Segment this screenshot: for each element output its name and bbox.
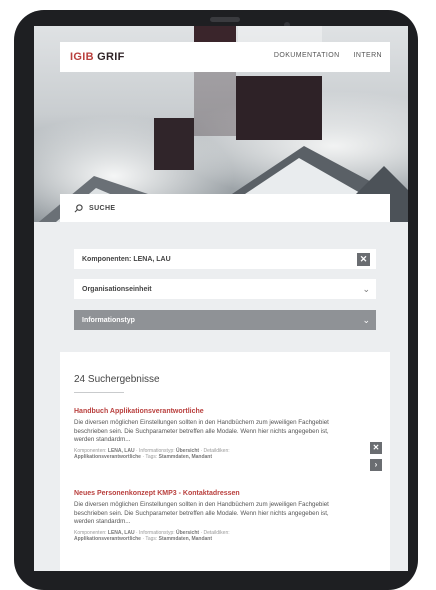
search-icon xyxy=(74,203,83,212)
results-count: 24 Suchergebnisse xyxy=(74,374,160,385)
dark-square-small xyxy=(154,118,194,170)
screen: IGIB GRIF DOKUMENTATION INTERN SUCHE Kom… xyxy=(34,26,408,571)
filter-label: Komponenten: LENA, LAU xyxy=(82,255,171,263)
meta-label: · Tags: xyxy=(140,454,158,460)
search-bar[interactable]: SUCHE xyxy=(60,194,390,222)
site-header: IGIB GRIF DOKUMENTATION INTERN xyxy=(60,42,390,72)
filter-label: Informationstyp xyxy=(82,316,135,324)
meta-label: Komponenten: xyxy=(74,447,107,454)
meta-label: · Tags: xyxy=(140,536,158,542)
divider xyxy=(74,392,124,393)
close-icon[interactable]: ✕ xyxy=(357,252,370,266)
meta-value: Übersicht xyxy=(176,529,200,536)
filter-komponenten[interactable]: Komponenten: LENA, LAU ✕ xyxy=(74,249,376,269)
meta-value: Stammdaten, Mandant xyxy=(158,536,213,542)
meta-label: · Informationstyp: xyxy=(134,447,175,454)
filter-informationstyp[interactable]: Informationstyp ⌄ xyxy=(74,310,376,330)
meta-value: Stammdaten, Mandant xyxy=(158,454,213,460)
logo-prefix: IGIB xyxy=(70,51,94,63)
result-title[interactable]: Neues Personenkonzept KMP3 - Kontaktadre… xyxy=(74,490,336,497)
meta-value: LENA, LAU xyxy=(107,529,135,536)
meta-value: LENA, LAU xyxy=(107,447,135,454)
dark-square-large xyxy=(236,76,322,140)
list-item: Handbuch Applikationsverantwortliche Die… xyxy=(74,408,336,461)
result-meta: Komponenten: LENA, LAU · Informationstyp… xyxy=(74,448,336,461)
close-icon[interactable]: ✕ xyxy=(370,442,382,454)
meta-value: Applikationsverantwortliche xyxy=(74,454,141,460)
list-item: Neues Personenkonzept KMP3 - Kontaktadre… xyxy=(74,490,336,543)
meta-label: Komponenten: xyxy=(74,529,107,536)
chevron-right-icon[interactable]: › xyxy=(370,459,382,471)
result-actions: ✕ › xyxy=(370,442,382,471)
translucent-square xyxy=(194,66,236,136)
result-description: Die diversen möglichen Einstellungen sol… xyxy=(74,501,329,525)
meta-value: Applikationsverantwortliche xyxy=(74,536,141,542)
result-description: Die diversen möglichen Einstellungen sol… xyxy=(74,419,329,443)
filter-organisationseinheit[interactable]: Organisationseinheit ⌄ xyxy=(74,279,376,299)
chevron-down-icon[interactable]: ⌄ xyxy=(362,284,370,295)
result-title[interactable]: Handbuch Applikationsverantwortliche xyxy=(74,408,336,415)
result-meta: Komponenten: LENA, LAU · Informationstyp… xyxy=(74,530,336,543)
results-panel: 24 Suchergebnisse Handbuch Applikationsv… xyxy=(60,352,390,571)
meta-label: · Informationstyp: xyxy=(134,529,175,536)
logo-suffix: GRIF xyxy=(97,51,125,63)
meta-label: · Detaildiken: xyxy=(199,529,230,536)
meta-label: · Detaildiken: xyxy=(199,447,230,454)
main-nav: DOKUMENTATION INTERN xyxy=(274,52,382,59)
chevron-down-icon[interactable]: ⌄ xyxy=(362,315,370,326)
camera-bar xyxy=(210,17,240,22)
nav-item-dokumentation[interactable]: DOKUMENTATION xyxy=(274,52,340,59)
filter-label: Organisationseinheit xyxy=(82,285,152,293)
logo[interactable]: IGIB GRIF xyxy=(70,51,125,63)
nav-item-intern[interactable]: INTERN xyxy=(354,52,382,59)
meta-value: Übersicht xyxy=(176,447,200,454)
search-label: SUCHE xyxy=(89,204,116,212)
